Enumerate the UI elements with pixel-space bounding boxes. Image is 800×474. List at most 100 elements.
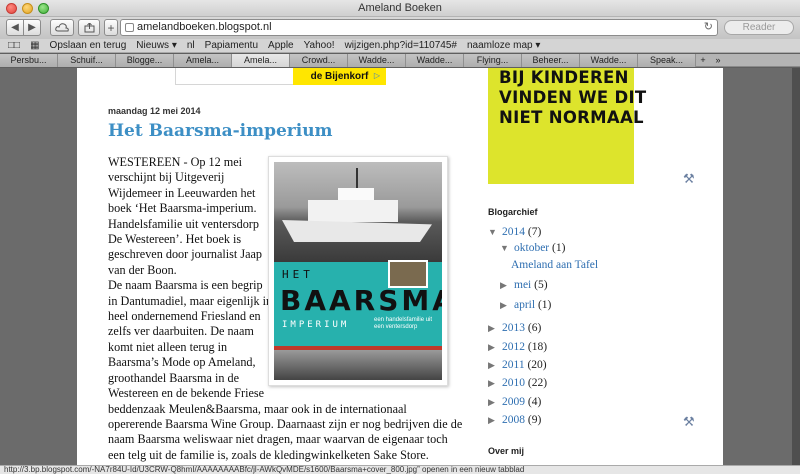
archive-month-oktober[interactable]: ▼ oktober (1) bbox=[500, 242, 565, 254]
back-arrow-icon: ◀ bbox=[11, 22, 19, 33]
bookmark-item[interactable]: Papiamentu bbox=[205, 40, 258, 51]
add-bookmark-button[interactable]: + bbox=[104, 19, 118, 36]
browser-toolbar: ◀ ▶ + amelandboeken.blogspot.nl ↻ Reader bbox=[0, 17, 800, 39]
bookmark-item[interactable]: Yahoo! bbox=[304, 40, 335, 51]
reader-button[interactable]: Reader bbox=[724, 20, 794, 35]
forward-arrow-icon: ▶ bbox=[28, 22, 36, 33]
window-title: Ameland Boeken bbox=[358, 2, 442, 14]
icloud-tabs-button[interactable] bbox=[50, 19, 74, 36]
page-icon bbox=[125, 23, 134, 32]
archive-year-2012[interactable]: ▶ 2012 (18) bbox=[488, 341, 547, 353]
archive-link[interactable]: 2013 bbox=[502, 322, 525, 334]
forward-button[interactable]: ▶ bbox=[23, 19, 41, 36]
archive-year-2014[interactable]: ▼ 2014 (7) bbox=[488, 226, 541, 238]
browser-tab[interactable]: Flying... bbox=[464, 54, 522, 67]
archive-count: (5) bbox=[534, 279, 548, 291]
collapsed-triangle-icon[interactable]: ▶ bbox=[500, 280, 514, 291]
archive-year-2008[interactable]: ▶ 2008 (9) bbox=[488, 414, 541, 426]
bijenkorf-ad[interactable]: de Bijenkorf bbox=[293, 68, 386, 85]
browser-tab[interactable]: Schuif... bbox=[58, 54, 116, 67]
sidebar-ad[interactable]: BIJ KINDEREN VINDEN WE DIT NIET NORMAAL bbox=[488, 68, 647, 184]
cover-het-text: HET bbox=[282, 268, 314, 281]
browser-tab[interactable]: Crowd... bbox=[290, 54, 348, 67]
collapsed-triangle-icon[interactable]: ▶ bbox=[488, 378, 502, 389]
browser-tab[interactable]: Persbu... bbox=[0, 54, 58, 67]
street-photo bbox=[274, 350, 442, 380]
collapsed-triangle-icon[interactable]: ▶ bbox=[488, 415, 502, 426]
archive-link[interactable]: 2014 bbox=[502, 226, 525, 238]
book-cover: HET BAARSMA IMPERIUM een handelsfamilie … bbox=[274, 162, 442, 380]
post-title[interactable]: Het Baarsma-imperium bbox=[108, 121, 333, 141]
browser-tab[interactable]: Beheer... bbox=[522, 54, 580, 67]
archive-link[interactable]: 2008 bbox=[502, 414, 525, 426]
archive-month-mei[interactable]: ▶ mei (5) bbox=[500, 279, 548, 291]
top-sites-icon[interactable]: ▦ bbox=[30, 40, 39, 51]
title-bar: Ameland Boeken bbox=[0, 0, 800, 17]
ad-line: VINDEN WE DIT bbox=[499, 88, 647, 107]
archive-month-april[interactable]: ▶ april (1) bbox=[500, 299, 551, 311]
collapsed-triangle-icon[interactable]: ▶ bbox=[488, 342, 502, 353]
collapsed-triangle-icon[interactable]: ▶ bbox=[488, 360, 502, 371]
browser-tab[interactable]: Wadde... bbox=[406, 54, 464, 67]
archive-count: (4) bbox=[527, 396, 542, 408]
share-icon bbox=[84, 22, 94, 32]
bookmark-item[interactable]: Opslaan en terug bbox=[50, 40, 127, 51]
browser-tab[interactable]: Speak... bbox=[638, 54, 696, 67]
archive-year-2010[interactable]: ▶ 2010 (22) bbox=[488, 377, 547, 389]
tab-overflow-icon[interactable]: » bbox=[710, 54, 726, 66]
browser-tab[interactable]: Blogge... bbox=[116, 54, 174, 67]
bookmarks-bar: □□ ▦ Opslaan en terug Nieuws ▾ nl Papiam… bbox=[0, 39, 800, 53]
new-tab-button[interactable]: + bbox=[696, 54, 710, 66]
bookmark-item[interactable]: Apple bbox=[268, 40, 294, 51]
collapsed-triangle-icon[interactable]: ▶ bbox=[488, 323, 502, 334]
url-text: amelandboeken.blogspot.nl bbox=[137, 21, 272, 33]
address-bar[interactable]: amelandboeken.blogspot.nl ↻ bbox=[120, 19, 718, 36]
page-scrollbar[interactable] bbox=[792, 68, 800, 465]
ad-choices-icon[interactable]: ▷ bbox=[374, 71, 380, 80]
archive-link[interactable]: oktober bbox=[514, 242, 549, 254]
tab-bar: Persbu... Schuif... Blogge... Amela... A… bbox=[0, 54, 800, 67]
archive-link[interactable]: 2012 bbox=[502, 341, 525, 353]
bookmark-item[interactable]: wijzigen.php?id=110745# bbox=[345, 40, 457, 51]
archive-link[interactable]: april bbox=[514, 299, 535, 311]
archive-year-2009[interactable]: ▶ 2009 (4) bbox=[488, 396, 541, 408]
bookmark-item[interactable]: nl bbox=[187, 40, 195, 51]
ship-cabin bbox=[308, 200, 398, 222]
collapsed-triangle-icon[interactable]: ▶ bbox=[488, 397, 502, 408]
archive-post-link[interactable]: Ameland aan Tafel bbox=[511, 259, 598, 271]
reload-icon[interactable]: ↻ bbox=[704, 20, 713, 35]
browser-tab[interactable]: Wadde... bbox=[348, 54, 406, 67]
bookmark-item[interactable]: Nieuws ▾ bbox=[136, 40, 177, 51]
back-button[interactable]: ◀ bbox=[6, 19, 24, 36]
archive-count: (6) bbox=[527, 322, 542, 334]
cover-inset-photo bbox=[388, 260, 428, 288]
browser-tab[interactable]: Amela... bbox=[174, 54, 232, 67]
archive-year-2011[interactable]: ▶ 2011 (20) bbox=[488, 359, 547, 371]
sidebar-ad-text: BIJ KINDEREN VINDEN WE DIT NIET NORMAAL bbox=[499, 68, 647, 128]
browser-tab-active[interactable]: Amela... bbox=[232, 54, 290, 67]
archive-link[interactable]: mei bbox=[514, 279, 531, 291]
expanded-triangle-icon[interactable]: ▼ bbox=[500, 243, 514, 253]
archive-count: (7) bbox=[527, 226, 542, 238]
ad-line: BIJ KINDEREN bbox=[499, 68, 629, 87]
collapsed-triangle-icon[interactable]: ▶ bbox=[500, 300, 514, 311]
browser-tab[interactable]: Wadde... bbox=[580, 54, 638, 67]
archive-link[interactable]: 2011 bbox=[502, 359, 525, 371]
archive-count: (9) bbox=[527, 414, 542, 426]
edit-widget-icon[interactable]: ⚒ bbox=[683, 414, 695, 430]
reading-list-icon[interactable]: □□ bbox=[8, 40, 20, 51]
share-button[interactable] bbox=[78, 19, 100, 36]
edit-widget-icon[interactable]: ⚒ bbox=[683, 171, 695, 187]
archive-count: (1) bbox=[537, 299, 552, 311]
archive-count: (22) bbox=[527, 377, 548, 389]
archive-link[interactable]: 2009 bbox=[502, 396, 525, 408]
bookmark-item[interactable]: naamloze map ▾ bbox=[467, 40, 540, 51]
cloud-icon bbox=[55, 23, 69, 32]
archive-link[interactable]: 2010 bbox=[502, 377, 525, 389]
expanded-triangle-icon[interactable]: ▼ bbox=[488, 227, 502, 237]
top-ad-banner[interactable]: de Bijenkorf ▷ bbox=[175, 68, 386, 85]
book-cover-image[interactable]: HET BAARSMA IMPERIUM een handelsfamilie … bbox=[268, 156, 448, 386]
ship-photo bbox=[274, 162, 442, 262]
ship-mast bbox=[356, 168, 358, 190]
archive-year-2013[interactable]: ▶ 2013 (6) bbox=[488, 322, 541, 334]
